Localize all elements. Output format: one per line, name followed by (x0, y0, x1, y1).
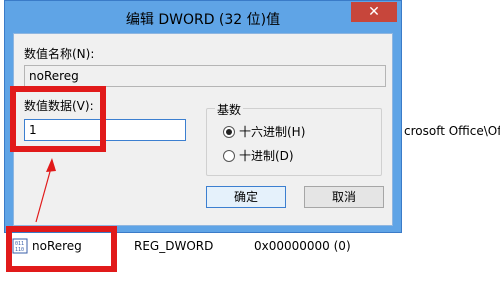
registry-value-data: 0x00000000 (0) (254, 239, 351, 253)
ok-button[interactable]: 确定 (206, 186, 286, 208)
radio-checked-icon (223, 125, 235, 138)
value-name-field[interactable]: noRereg (24, 65, 386, 87)
value-name-label: 数值名称(N): (24, 47, 95, 61)
highlight-value-data (10, 86, 106, 152)
radio-unchecked-icon (223, 149, 235, 162)
base-group-title: 基数 (215, 101, 244, 118)
radio-hexadecimal[interactable]: 十六进制(H) (223, 123, 305, 140)
close-button[interactable]: ✕ (351, 2, 397, 22)
radio-decimal[interactable]: 十进制(D) (223, 147, 294, 164)
dialog-titlebar[interactable]: 编辑 DWORD (32 位)值 ✕ (5, 1, 401, 33)
highlight-registry-row (6, 226, 117, 272)
dialog-title: 编辑 DWORD (32 位)值 (125, 12, 281, 28)
registry-path-text: crosoft Office\Of (404, 124, 500, 138)
radio-decimal-label: 十进制(D) (239, 149, 294, 163)
cancel-button[interactable]: 取消 (304, 186, 384, 208)
radio-hexadecimal-label: 十六进制(H) (239, 125, 306, 139)
base-groupbox: 基数 十六进制(H) 十进制(D) (206, 101, 382, 176)
registry-value-type: REG_DWORD (134, 239, 214, 253)
